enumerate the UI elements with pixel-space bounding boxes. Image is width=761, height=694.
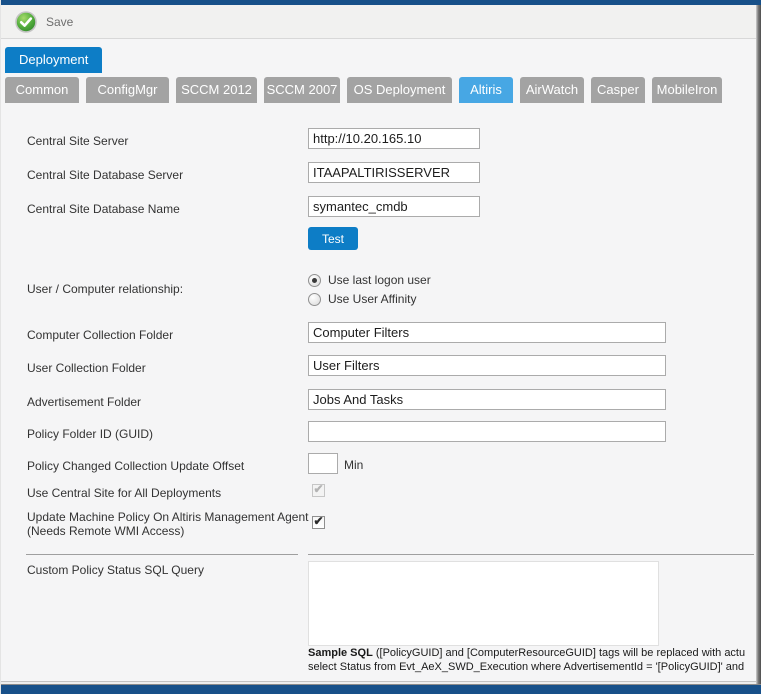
advertisement-folder-input[interactable] (308, 389, 666, 410)
user-computer-relationship-label: User / Computer relationship: (27, 283, 309, 297)
tab-os-deployment[interactable]: OS Deployment (347, 77, 452, 103)
tab-common[interactable]: Common (5, 77, 79, 103)
subtab-bar: Common ConfigMgr SCCM 2012 SCCM 2007 OS … (5, 77, 722, 103)
sample-sql-bold: Sample SQL (308, 647, 373, 659)
radio-use-last-logon-user[interactable]: Use last logon user (308, 273, 431, 287)
tab-airwatch[interactable]: AirWatch (520, 77, 584, 103)
save-icon (15, 11, 37, 33)
use-central-site-label: Use Central Site for All Deployments (27, 487, 309, 501)
section-divider-right (308, 554, 754, 555)
tab-altiris[interactable]: Altiris (459, 77, 513, 103)
policy-changed-offset-label: Policy Changed Collection Update Offset (27, 460, 309, 474)
test-button[interactable]: Test (308, 227, 358, 250)
user-collection-folder-label: User Collection Folder (27, 362, 309, 376)
tab-deployment[interactable]: Deployment (5, 47, 102, 73)
tab-sccm-2012[interactable]: SCCM 2012 (176, 77, 257, 103)
policy-changed-offset-input[interactable] (308, 453, 338, 474)
advertisement-folder-label: Advertisement Folder (27, 396, 309, 410)
check-icon: ✔ (313, 514, 323, 528)
central-site-database-server-input[interactable] (308, 162, 480, 183)
central-site-database-name-label: Central Site Database Name (27, 203, 309, 217)
window-right-border (756, 5, 761, 685)
update-machine-policy-label-line1: Update Machine Policy On Altiris Managem… (27, 510, 308, 524)
policy-folder-id-label: Policy Folder ID (GUID) (27, 428, 309, 442)
central-site-server-label: Central Site Server (27, 135, 309, 149)
tab-mobileiron[interactable]: MobileIron (652, 77, 722, 103)
custom-sql-label: Custom Policy Status SQL Query (27, 564, 309, 578)
radio-unselected-icon (308, 293, 321, 306)
sample-sql-line1-rest: ([PolicyGUID] and [ComputerResourceGUID]… (373, 647, 745, 659)
update-machine-policy-checkbox[interactable]: ✔ (312, 516, 325, 529)
toolbar: Save (1, 5, 756, 39)
computer-collection-folder-label: Computer Collection Folder (27, 329, 309, 343)
deployment-settings-window: Save Deployment Common ConfigMgr SCCM 20… (0, 0, 761, 694)
tab-casper[interactable]: Casper (591, 77, 645, 103)
tab-configmgr[interactable]: ConfigMgr (86, 77, 169, 103)
min-unit-label: Min (344, 458, 363, 472)
update-machine-policy-label-line2: (Needs Remote WMI Access) (27, 524, 184, 538)
save-button[interactable]: Save (15, 11, 73, 33)
save-label: Save (46, 15, 73, 29)
radio-use-user-affinity-label: Use User Affinity (328, 292, 416, 306)
custom-sql-textarea[interactable] (308, 561, 659, 646)
policy-folder-id-input[interactable] (308, 421, 666, 442)
radio-selected-icon (308, 274, 321, 287)
sample-sql-line2: select Status from Evt_AeX_SWD_Execution… (308, 661, 755, 673)
window-bottom-bar (1, 685, 761, 694)
use-central-site-checkbox: ✔ (312, 484, 325, 497)
tab-sccm-2007[interactable]: SCCM 2007 (264, 77, 340, 103)
central-site-server-input[interactable] (308, 128, 480, 149)
user-collection-folder-input[interactable] (308, 355, 666, 376)
check-icon: ✔ (313, 482, 323, 496)
central-site-database-name-input[interactable] (308, 196, 480, 217)
radio-use-user-affinity[interactable]: Use User Affinity (308, 292, 416, 306)
sample-sql-line1: Sample SQL ([PolicyGUID] and [ComputerRe… (308, 647, 755, 659)
update-machine-policy-label: Update Machine Policy On Altiris Managem… (27, 511, 309, 538)
radio-use-last-logon-user-label: Use last logon user (328, 273, 431, 287)
computer-collection-folder-input[interactable] (308, 322, 666, 343)
central-site-database-server-label: Central Site Database Server (27, 169, 309, 183)
section-divider-left (26, 554, 298, 555)
